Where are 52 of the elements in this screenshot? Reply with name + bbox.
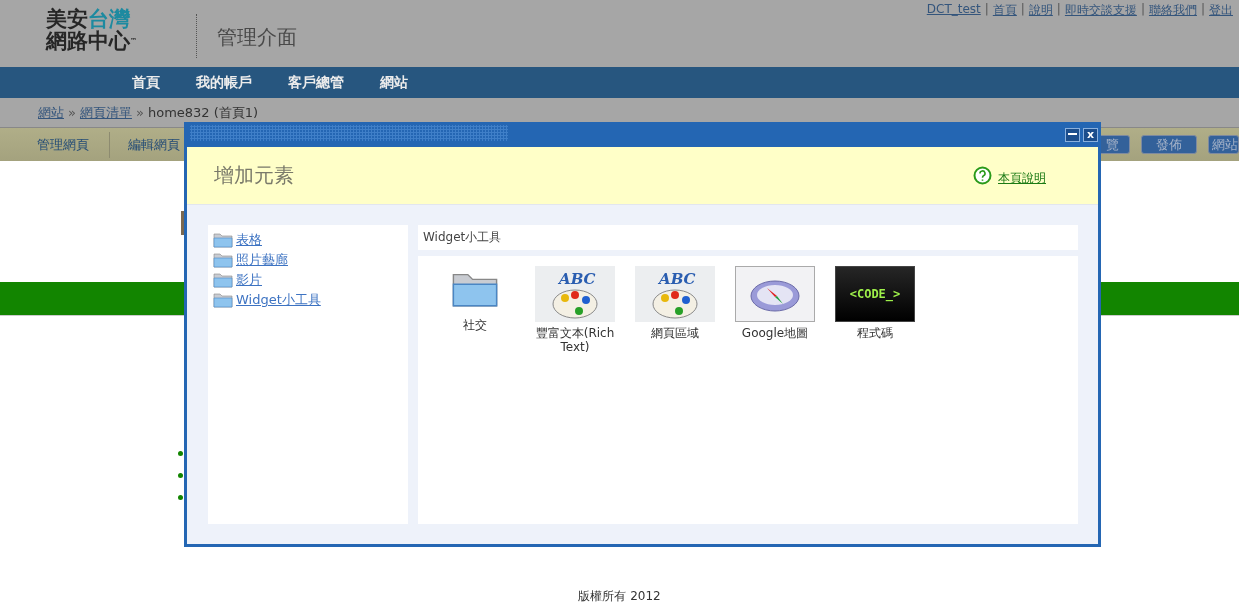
- breadcrumb-link[interactable]: 網頁清單: [79, 103, 132, 122]
- category-link[interactable]: Widget小工具: [236, 291, 321, 309]
- bullet-icon: [178, 451, 183, 456]
- nav-item[interactable]: 我的帳戶: [196, 73, 252, 92]
- widget-label[interactable]: Google地圖: [741, 326, 809, 340]
- breadcrumb-current: home832 (首頁1): [147, 103, 259, 122]
- bullet-icon: [178, 473, 183, 478]
- separator: |: [1200, 2, 1205, 18]
- help-link[interactable]: 本頁說明: [998, 170, 1046, 187]
- folder-icon: [213, 232, 233, 248]
- category-link[interactable]: 照片藝廊: [236, 251, 288, 269]
- nav-item[interactable]: 網站: [380, 73, 408, 92]
- help-icon: [973, 166, 992, 185]
- toolbar-button[interactable]: 發佈: [1141, 135, 1197, 154]
- palette-icon: ABC: [535, 266, 615, 322]
- category-link[interactable]: 表格: [236, 231, 262, 249]
- top-link[interactable]: 登出: [1209, 2, 1233, 19]
- separator: |: [1140, 2, 1145, 18]
- breadcrumb-separator: »: [135, 105, 144, 120]
- breadcrumb-link[interactable]: 網站: [38, 103, 64, 122]
- nav-item[interactable]: 首頁: [132, 73, 160, 92]
- code-text: <CODE_>: [849, 287, 901, 301]
- toolbar-tab[interactable]: 管理網頁: [0, 131, 110, 158]
- close-button[interactable]: x: [1083, 127, 1098, 142]
- widget-label[interactable]: 網頁區域: [651, 326, 699, 340]
- top-link[interactable]: 聯絡我們: [1148, 2, 1197, 19]
- separator: |: [1020, 2, 1025, 18]
- top-link[interactable]: 說明: [1028, 2, 1053, 19]
- panel-title: Widget小工具: [418, 225, 1078, 250]
- separator: |: [984, 2, 989, 18]
- toolbar-button[interactable]: 網站: [1208, 135, 1239, 154]
- minimize-button[interactable]: [1065, 127, 1080, 142]
- breadcrumb-separator: »: [68, 105, 76, 120]
- category-link[interactable]: 影片: [236, 271, 262, 289]
- compass-icon: [735, 266, 815, 322]
- dialog-title: 增加元素: [214, 162, 294, 189]
- minimize-icon: [1068, 133, 1077, 136]
- folder-icon: [213, 252, 233, 268]
- bullet-icon: [178, 495, 183, 500]
- widget-label[interactable]: 程式碼: [857, 326, 893, 340]
- widget-label[interactable]: 豐富文本(Rich Text): [530, 326, 620, 354]
- top-link[interactable]: DCT_test: [926, 2, 981, 19]
- top-link[interactable]: 首頁: [992, 2, 1017, 19]
- copyright: 版權所有 2012: [577, 588, 662, 605]
- top-link[interactable]: 即時交談支援: [1064, 2, 1137, 19]
- widget-label[interactable]: 社交: [463, 318, 487, 332]
- separator: |: [1056, 2, 1061, 18]
- nav-item[interactable]: 客戶總管: [288, 73, 344, 92]
- folder-icon: [213, 272, 233, 288]
- palette-icon: ABC: [635, 266, 715, 322]
- page-title: 管理介面: [217, 24, 297, 51]
- folder-icon: [213, 292, 233, 308]
